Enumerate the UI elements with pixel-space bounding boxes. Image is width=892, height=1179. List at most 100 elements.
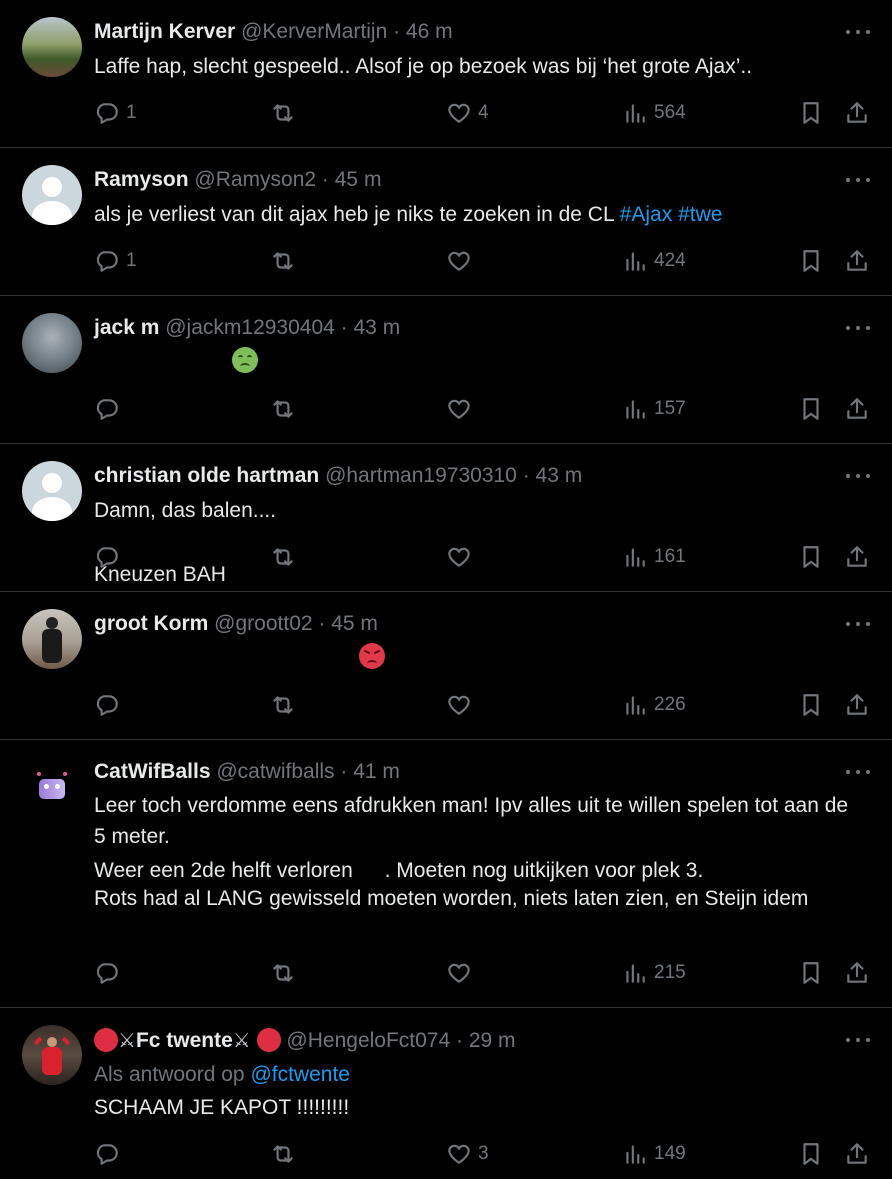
- views-button[interactable]: 215: [622, 958, 686, 988]
- share-button[interactable]: [844, 246, 870, 276]
- display-name[interactable]: Martijn Kerver: [94, 20, 235, 43]
- bookmark-button[interactable]: [798, 958, 824, 988]
- avatar[interactable]: [22, 17, 82, 77]
- handle[interactable]: @groott02: [214, 612, 312, 635]
- bookmark-button[interactable]: [798, 98, 824, 128]
- tweet[interactable]: groot Korm @groott02 · 45 m Weer een 2de…: [0, 592, 892, 882]
- timestamp[interactable]: 41 m: [353, 760, 400, 783]
- views-button[interactable]: 226: [622, 690, 686, 720]
- separator: ·: [316, 168, 335, 191]
- avatar[interactable]: [22, 757, 82, 817]
- share-button[interactable]: [844, 98, 870, 128]
- timestamp[interactable]: 43 m: [536, 464, 583, 487]
- reply-button[interactable]: [94, 1139, 126, 1169]
- like-button[interactable]: [446, 958, 478, 988]
- view-count: 564: [654, 102, 686, 123]
- retweet-button[interactable]: [270, 1139, 302, 1169]
- tweet[interactable]: jack m @jackm12930404 · 43 m Kneuzen BAH…: [0, 296, 892, 586]
- retweet-button[interactable]: [270, 394, 302, 424]
- views-button[interactable]: 157: [622, 394, 686, 424]
- timestamp[interactable]: 45 m: [331, 612, 378, 635]
- avatar[interactable]: [22, 609, 82, 669]
- timestamp[interactable]: 45 m: [335, 168, 382, 191]
- bookmark-button[interactable]: [798, 246, 824, 276]
- like-button[interactable]: [446, 394, 478, 424]
- avatar[interactable]: [22, 1025, 82, 1085]
- display-name[interactable]: christian olde hartman: [94, 464, 319, 487]
- more-icon[interactable]: [846, 1036, 870, 1044]
- bookmark-button[interactable]: [798, 394, 824, 424]
- views-button[interactable]: 149: [622, 1139, 686, 1169]
- retweet-button[interactable]: [270, 542, 302, 572]
- share-button[interactable]: [844, 690, 870, 720]
- share-button[interactable]: [844, 542, 870, 572]
- mention-link[interactable]: @fctwente: [250, 1063, 350, 1086]
- handle[interactable]: @jackm12930404: [165, 316, 335, 339]
- views-icon: [622, 396, 648, 422]
- avatar[interactable]: [22, 461, 82, 521]
- retweet-button[interactable]: [270, 958, 302, 988]
- like-button[interactable]: [446, 542, 478, 572]
- tweet[interactable]: CatWifBalls @catwifballs · 41 m Leer toc…: [0, 740, 892, 1008]
- action-bar: 3 149: [94, 1139, 870, 1169]
- tweet[interactable]: Martijn Kerver @KerverMartijn · 46 m Laf…: [0, 0, 892, 148]
- views-button[interactable]: 424: [622, 246, 686, 276]
- handle[interactable]: @HengeloFct074: [286, 1029, 450, 1052]
- avatar[interactable]: [22, 165, 82, 225]
- reply-label: Als antwoord op: [94, 1063, 245, 1086]
- retweet-button[interactable]: [270, 246, 302, 276]
- like-button[interactable]: [446, 690, 478, 720]
- retweet-button[interactable]: [270, 98, 302, 128]
- reply-button[interactable]: [94, 690, 126, 720]
- retweet-icon: [270, 248, 296, 274]
- like-button[interactable]: 4: [446, 98, 489, 128]
- hashtag-link[interactable]: #twe: [678, 203, 722, 226]
- display-name[interactable]: Fc twente: [136, 1029, 233, 1052]
- handle[interactable]: @hartman19730310: [325, 464, 517, 487]
- more-icon[interactable]: [846, 620, 870, 628]
- display-name[interactable]: groot Korm: [94, 612, 208, 635]
- separator: ·: [516, 464, 536, 487]
- more-icon[interactable]: [846, 472, 870, 480]
- timestamp[interactable]: 43 m: [354, 316, 401, 339]
- reply-button[interactable]: 1: [94, 98, 137, 128]
- more-icon[interactable]: [846, 768, 870, 776]
- avatar[interactable]: [22, 313, 82, 373]
- timestamp[interactable]: 29 m: [469, 1029, 516, 1052]
- tweet[interactable]: ⚔Fc twente⚔ @HengeloFct074 · 29 m Als an…: [0, 1008, 892, 1179]
- bookmark-button[interactable]: [798, 1139, 824, 1169]
- tweet-text: Laffe hap, slecht gespeeld.. Alsof je op…: [94, 55, 753, 78]
- share-button[interactable]: [844, 958, 870, 988]
- reply-button[interactable]: 1: [94, 246, 137, 276]
- more-icon[interactable]: [846, 176, 870, 184]
- reply-icon: [94, 692, 120, 718]
- tweet-header: Martijn Kerver @KerverMartijn · 46 m: [94, 20, 453, 44]
- reply-button[interactable]: [94, 394, 126, 424]
- tweet[interactable]: christian olde hartman @hartman19730310 …: [0, 444, 892, 592]
- reply-button[interactable]: [94, 958, 126, 988]
- display-name[interactable]: CatWifBalls: [94, 760, 211, 783]
- hashtag-link[interactable]: #Ajax: [620, 203, 673, 226]
- like-button[interactable]: [446, 246, 478, 276]
- share-button[interactable]: [844, 394, 870, 424]
- more-icon[interactable]: [846, 28, 870, 36]
- bookmark-button[interactable]: [798, 690, 824, 720]
- display-name[interactable]: jack m: [94, 316, 159, 339]
- views-button[interactable]: 161: [622, 542, 686, 572]
- retweet-button[interactable]: [270, 690, 302, 720]
- bookmark-button[interactable]: [798, 542, 824, 572]
- handle[interactable]: @catwifballs: [216, 760, 334, 783]
- more-icon[interactable]: [846, 324, 870, 332]
- display-name[interactable]: Ramyson: [94, 168, 189, 191]
- handle[interactable]: @KerverMartijn: [241, 20, 387, 43]
- reply-button[interactable]: [94, 542, 126, 572]
- timestamp[interactable]: 46 m: [406, 20, 453, 43]
- tweet[interactable]: Ramyson @Ramyson2 · 45 m als je verliest…: [0, 148, 892, 296]
- like-button[interactable]: 3: [446, 1139, 489, 1169]
- tweet-text: als je verliest van dit ajax heb je niks…: [94, 199, 864, 230]
- tweet-header: jack m @jackm12930404 · 43 m: [94, 316, 400, 340]
- handle[interactable]: @Ramyson2: [194, 168, 316, 191]
- share-button[interactable]: [844, 1139, 870, 1169]
- views-button[interactable]: 564: [622, 98, 686, 128]
- views-icon: [622, 1141, 648, 1167]
